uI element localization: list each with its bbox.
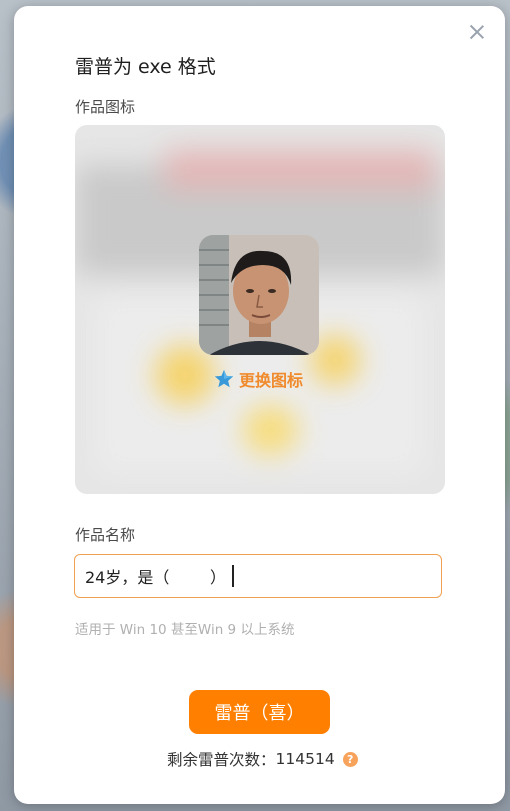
remaining-label: 剩余雷普次数： bbox=[167, 751, 276, 769]
compatibility-hint: 适用于 Win 10 甚至Win 9 以上系统 bbox=[75, 622, 295, 638]
export-dialog: 雷普为 exe 格式 作品图标 更换图标 作品名称 24岁，是（ ） 适用于 W… bbox=[14, 6, 505, 804]
name-section-label: 作品名称 bbox=[75, 526, 136, 544]
star-icon bbox=[214, 369, 234, 388]
name-input[interactable]: 24岁，是（ ） bbox=[74, 554, 442, 598]
dialog-title: 雷普为 exe 格式 bbox=[75, 56, 216, 78]
question-icon[interactable]: ? bbox=[342, 751, 358, 767]
export-button[interactable]: 雷普（喜） bbox=[189, 690, 330, 734]
remaining-count: 剩余雷普次数： 114514 ? bbox=[167, 748, 358, 770]
icon-preview-panel: 更换图标 bbox=[75, 125, 445, 494]
change-icon-label: 更换图标 bbox=[239, 371, 304, 390]
close-icon[interactable] bbox=[467, 22, 487, 42]
app-icon-image[interactable] bbox=[199, 235, 319, 355]
remaining-value: 114514 bbox=[275, 750, 335, 768]
name-input-value: 24岁，是（ ） bbox=[85, 568, 227, 587]
text-caret bbox=[232, 565, 234, 587]
icon-section-label: 作品图标 bbox=[75, 98, 136, 116]
change-icon-button[interactable]: 更换图标 bbox=[213, 367, 303, 391]
